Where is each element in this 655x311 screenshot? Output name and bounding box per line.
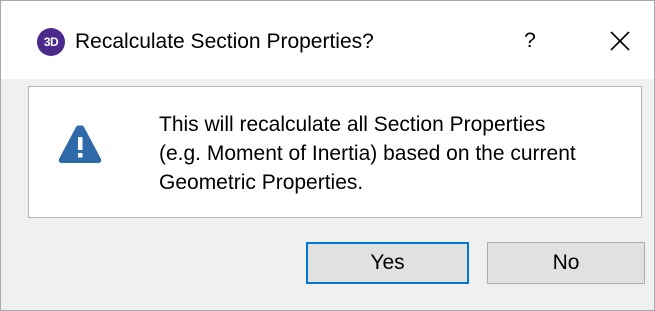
message-line: Geometric Properties.: [159, 171, 364, 194]
close-icon: [610, 31, 630, 51]
dialog-title: Recalculate Section Properties?: [75, 30, 374, 53]
app-icon: 3D: [37, 28, 65, 56]
recalculate-dialog: 3D Recalculate Section Properties? ? Thi…: [0, 0, 655, 311]
help-button[interactable]: ?: [509, 21, 551, 61]
message-panel: This will recalculate all Section Proper…: [28, 86, 642, 218]
message-text: This will recalculate all Section Proper…: [159, 110, 629, 197]
close-button[interactable]: [597, 21, 643, 61]
message-line: This will recalculate all Section Proper…: [159, 113, 546, 136]
message-line: (e.g. Moment of Inertia) based on the cu…: [159, 142, 576, 165]
yes-button[interactable]: Yes: [306, 242, 469, 284]
warning-icon: [58, 125, 102, 163]
no-button[interactable]: No: [487, 242, 645, 284]
title-bar: 3D Recalculate Section Properties? ?: [1, 1, 654, 79]
